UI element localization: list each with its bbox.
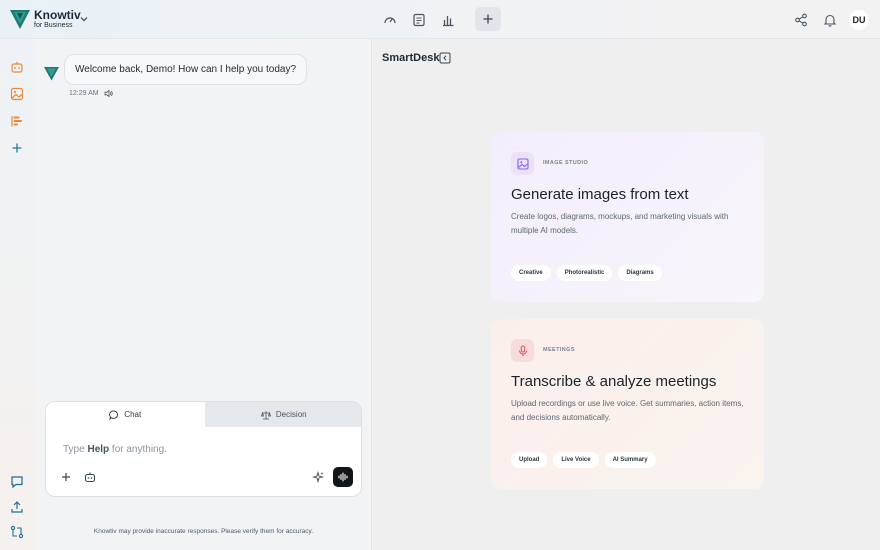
chat-icon	[109, 410, 119, 420]
plus-icon[interactable]	[9, 140, 25, 156]
new-item-button[interactable]	[475, 7, 501, 31]
collapse-panel-icon[interactable]	[439, 52, 451, 64]
tag-photorealistic[interactable]: Photorealistic	[556, 265, 613, 281]
meetings-card[interactable]: MEETINGS Transcribe & analyze meetings U…	[491, 319, 764, 489]
brand-subtitle: for Business	[34, 22, 73, 29]
timeline-icon[interactable]	[9, 113, 25, 129]
top-bar: Knowtiv for Business DU	[0, 0, 880, 39]
image-studio-card[interactable]: IMAGE STUDIO Generate images from text C…	[491, 132, 764, 302]
welcome-message: Welcome back, Demo! How can I help you t…	[64, 54, 308, 85]
knowtiv-bot-icon	[44, 67, 59, 81]
card-tags: Creative Photorealistic Diagrams	[511, 265, 662, 281]
tag-diagrams[interactable]: Diagrams	[618, 265, 662, 281]
image-icon	[516, 157, 529, 170]
document-list-icon[interactable]	[407, 8, 431, 32]
voice-input-button[interactable]	[333, 467, 353, 487]
tag-live-voice[interactable]: Live Voice	[553, 452, 599, 468]
brand[interactable]: Knowtiv for Business	[10, 8, 81, 30]
message-timestamp: 12:29 AM	[69, 90, 99, 97]
card-title: Generate images from text	[511, 186, 689, 203]
left-rail	[0, 39, 35, 550]
tab-chat[interactable]: Chat	[46, 402, 205, 427]
card-description: Upload recordings or use live voice. Get…	[511, 399, 744, 422]
user-avatar[interactable]: DU	[849, 10, 869, 30]
smartdesk-title: SmartDesk	[382, 52, 440, 64]
share-icon[interactable]	[789, 8, 813, 32]
prompt-keyword: Help	[87, 444, 110, 455]
bell-icon[interactable]	[818, 8, 842, 32]
image-icon[interactable]	[9, 86, 25, 102]
attach-plus-icon[interactable]	[59, 470, 73, 484]
prompt-prefix: Type	[63, 444, 85, 455]
tag-creative[interactable]: Creative	[511, 265, 551, 281]
knowtiv-logo-icon	[10, 10, 30, 29]
chevron-down-icon[interactable]	[80, 15, 88, 23]
card-icon-box	[511, 152, 534, 175]
smartdesk-panel: SmartDesk IMAGE STUDIO Generate images f…	[373, 39, 880, 550]
message-composer: Chat Decision Type Help for anything.	[45, 401, 362, 497]
brand-name: Knowtiv	[34, 8, 81, 22]
scale-icon	[260, 410, 271, 419]
message-input[interactable]: Type Help for anything.	[63, 444, 167, 455]
plus-icon	[483, 14, 493, 24]
card-tags: Upload Live Voice AI Summary	[511, 452, 656, 468]
card-kicker: MEETINGS	[543, 347, 575, 353]
bar-chart-icon[interactable]	[436, 8, 460, 32]
chat-bubble-icon[interactable]	[9, 474, 25, 490]
upload-icon[interactable]	[9, 499, 25, 515]
prompt-suffix: for anything.	[111, 444, 167, 455]
microphone-icon	[518, 344, 527, 356]
accuracy-disclaimer: Knowtiv may provide inaccurate responses…	[93, 528, 314, 535]
gauge-icon[interactable]	[378, 8, 402, 32]
tab-decision-label: Decision	[275, 410, 307, 419]
agent-robot-icon[interactable]	[83, 470, 97, 484]
card-icon-box	[511, 339, 534, 362]
workflow-icon[interactable]	[9, 524, 25, 540]
speaker-icon[interactable]	[104, 89, 113, 98]
chat-panel: Welcome back, Demo! How can I help you t…	[35, 39, 372, 550]
waveform-icon	[338, 472, 348, 482]
card-description: Create logos, diagrams, mockups, and mar…	[511, 212, 729, 235]
robot-icon[interactable]	[9, 59, 25, 75]
mode-tabs: Chat Decision	[46, 402, 361, 427]
tag-upload[interactable]: Upload	[511, 452, 548, 468]
tab-chat-label: Chat	[124, 410, 142, 419]
tab-decision[interactable]: Decision	[204, 402, 361, 427]
card-kicker: IMAGE STUDIO	[543, 160, 589, 166]
card-title: Transcribe & analyze meetings	[511, 373, 717, 390]
tag-ai-summary[interactable]: AI Summary	[604, 452, 656, 468]
sparkle-icon[interactable]	[311, 470, 325, 484]
